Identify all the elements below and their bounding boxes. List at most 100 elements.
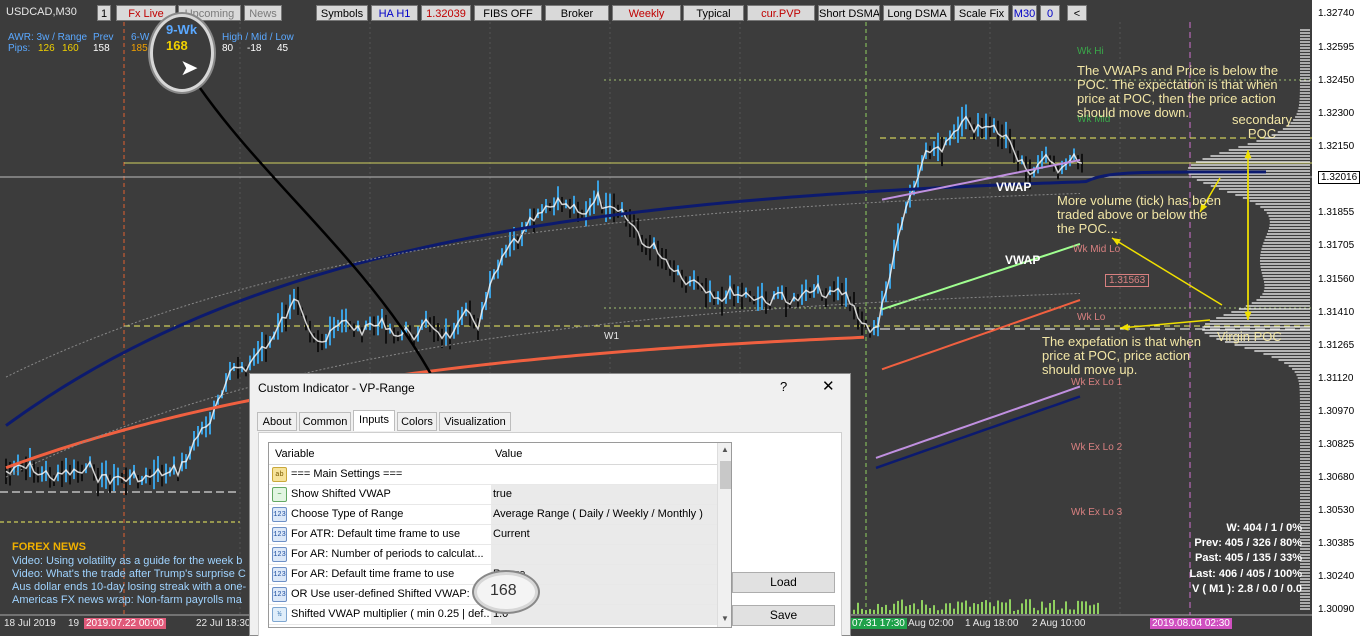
input-variable-name: For ATR: Default time frame to use xyxy=(291,525,489,544)
input-variable-name: === Main Settings === xyxy=(291,465,489,484)
awr-header: AWR: 3w / Range xyxy=(8,32,88,43)
toolbar-button[interactable]: 1.32039 xyxy=(421,5,471,21)
input-value[interactable]: Current xyxy=(491,525,717,544)
tab-about[interactable]: About xyxy=(257,412,297,431)
price-tick-label: 1.31560 xyxy=(1318,274,1355,285)
awr-pips-label: Pips: xyxy=(8,43,31,54)
tab-colors[interactable]: Colors xyxy=(397,412,437,431)
annotation-line: the POC... xyxy=(1057,221,1118,236)
time-label-4: 07.31 17:30 xyxy=(850,618,907,629)
level-wk-lo: Wk Lo xyxy=(1077,312,1106,323)
input-row[interactable]: ab === Main Settings === xyxy=(269,465,717,485)
time-label-6: 1 Aug 18:00 xyxy=(965,618,1019,629)
col-variable[interactable]: Variable xyxy=(275,443,315,465)
input-value[interactable]: true xyxy=(491,485,717,504)
price-tick-label: 1.31705 xyxy=(1318,240,1355,251)
toolbar-button[interactable]: Short DSMA xyxy=(818,5,880,21)
input-row[interactable]: 123 For ATR: Default time frame to use Cur… xyxy=(269,525,717,545)
num-type-icon: 123 xyxy=(272,587,287,602)
awr-prev-value: 158 xyxy=(93,43,110,54)
news-item[interactable]: Americas FX news wrap: Non-farm payrolls… xyxy=(12,594,242,606)
time-label-5: Aug 02:00 xyxy=(908,618,954,629)
scroll-thumb[interactable] xyxy=(720,461,731,489)
annotation-line: POC. The expectation is that when xyxy=(1077,77,1278,92)
scroll-up-icon[interactable]: ▲ xyxy=(721,445,729,454)
load-button[interactable]: Load xyxy=(732,572,835,593)
line-type-icon: ~ xyxy=(272,487,287,502)
tab-visualization[interactable]: Visualization xyxy=(439,412,511,431)
tab-common[interactable]: Common xyxy=(299,412,351,431)
toolbar-button[interactable]: News xyxy=(244,5,282,21)
price-tick-label: 1.31410 xyxy=(1318,307,1355,318)
time-label-0: 18 Jul 2019 xyxy=(4,618,56,629)
news-item[interactable]: Video: What's the trade after Trump's su… xyxy=(12,568,246,580)
level-wk-mid-lo: Wk Mid Lo xyxy=(1073,244,1121,255)
price-tick-label: 1.30385 xyxy=(1318,538,1355,549)
toolbar-button[interactable]: 1 xyxy=(97,5,111,21)
toolbar-button[interactable]: < xyxy=(1067,5,1087,21)
toolbar-button[interactable]: M30 xyxy=(1012,5,1037,21)
annotation-line: traded above or below the xyxy=(1057,207,1208,222)
input-row[interactable]: 123 For AR: Number of periods to calculat… xyxy=(269,545,717,565)
input-value[interactable]: Average Range ( Daily / Weekly / Monthly… xyxy=(491,505,717,524)
level-wk-ex-lo-1: Wk Ex Lo 1 xyxy=(1071,377,1123,388)
input-row[interactable]: 123 Choose Type of Range Average Range ( D… xyxy=(269,505,717,525)
annotation-line: POC xyxy=(1247,126,1277,141)
input-variable-name: OR Use user-defined Shifted VWAP: n xyxy=(291,585,489,604)
toolbar-button[interactable]: Long DSMA xyxy=(883,5,951,21)
col-value[interactable]: Value xyxy=(495,443,522,465)
input-variable-name: Show Shifted VWAP xyxy=(291,485,489,504)
price-tick-label: 1.30680 xyxy=(1318,472,1355,483)
annotation-secondary-poc: secondary POC xyxy=(1232,113,1292,141)
input-value[interactable] xyxy=(491,545,717,564)
callout-label: 9-Wk xyxy=(166,22,198,37)
toolbar-button[interactable]: Scale Fix xyxy=(954,5,1009,21)
annotation-line: More volume (tick) has been xyxy=(1057,193,1222,208)
level-wk-hi: Wk Hi xyxy=(1077,46,1104,57)
close-button[interactable]: ✕ xyxy=(822,377,835,395)
num-type-icon: 123 xyxy=(272,527,287,542)
awr-value-2: 160 xyxy=(62,43,79,54)
toolbar-button[interactable]: cur.PVP xyxy=(747,5,815,21)
help-button[interactable]: ? xyxy=(780,379,787,394)
input-variable-name: Shifted VWAP multiplier ( min 0.25 | def… xyxy=(291,605,489,624)
toolbar-button[interactable]: Weekly xyxy=(612,5,681,21)
annotation-line: should move up. xyxy=(1042,362,1138,377)
time-label-7: 2 Aug 10:00 xyxy=(1032,618,1086,629)
num-type-icon: 123 xyxy=(272,547,287,562)
input-value[interactable] xyxy=(491,465,717,484)
tab-inputs[interactable]: Inputs xyxy=(353,410,395,431)
price-tick-label: 1.30825 xyxy=(1318,439,1355,450)
annotation-line: The VWAPs and Price is below the xyxy=(1077,63,1279,78)
stats-line: Past: 405 / 135 / 33% xyxy=(1194,552,1302,564)
num-type-icon: 123 xyxy=(272,567,287,582)
price-tick-label: 1.30970 xyxy=(1318,406,1355,417)
toolbar-button[interactable]: Symbols xyxy=(316,5,368,21)
news-item[interactable]: Video: Using volatility as a guide for t… xyxy=(12,555,242,567)
grid-scrollbar[interactable]: ▲ ▼ xyxy=(717,443,731,627)
price-tick-label: 1.32150 xyxy=(1318,141,1355,152)
input-row[interactable]: ~ Show Shifted VWAP true xyxy=(269,485,717,505)
save-button[interactable]: Save xyxy=(732,605,835,626)
awr-6wk-label: 6-W xyxy=(131,32,150,43)
awr-high-value: 80 xyxy=(222,43,234,54)
news-item[interactable]: Aus dollar ends 10-day losing streak wit… xyxy=(12,581,246,593)
time-label-8: 2019.08.04 02:30 xyxy=(1150,618,1232,629)
toolbar-button[interactable]: Broker xyxy=(545,5,609,21)
vwap-label-lower: VWAP xyxy=(1005,253,1041,267)
price-tick-label: 1.32595 xyxy=(1318,42,1355,53)
toolbar-button[interactable]: HA H1 xyxy=(371,5,418,21)
toolbar-button[interactable]: 0 xyxy=(1040,5,1060,21)
toolbar-button[interactable]: FIBS OFF xyxy=(474,5,542,21)
input-variable-name: For AR: Default time frame to use xyxy=(291,565,489,584)
frac-type-icon: ½ xyxy=(272,607,287,622)
awr-mid-value: -18 xyxy=(247,43,262,54)
toolbar-button[interactable]: Typical xyxy=(683,5,744,21)
price-tick-label: 1.32740 xyxy=(1318,8,1355,19)
magnified-value: 168 xyxy=(490,582,517,599)
price-tick-label: 1.32450 xyxy=(1318,75,1355,86)
awr-value-1: 126 xyxy=(38,43,55,54)
num-type-icon: 123 xyxy=(272,507,287,522)
scroll-down-icon[interactable]: ▼ xyxy=(721,614,729,623)
callout-value: 168 xyxy=(166,38,188,53)
